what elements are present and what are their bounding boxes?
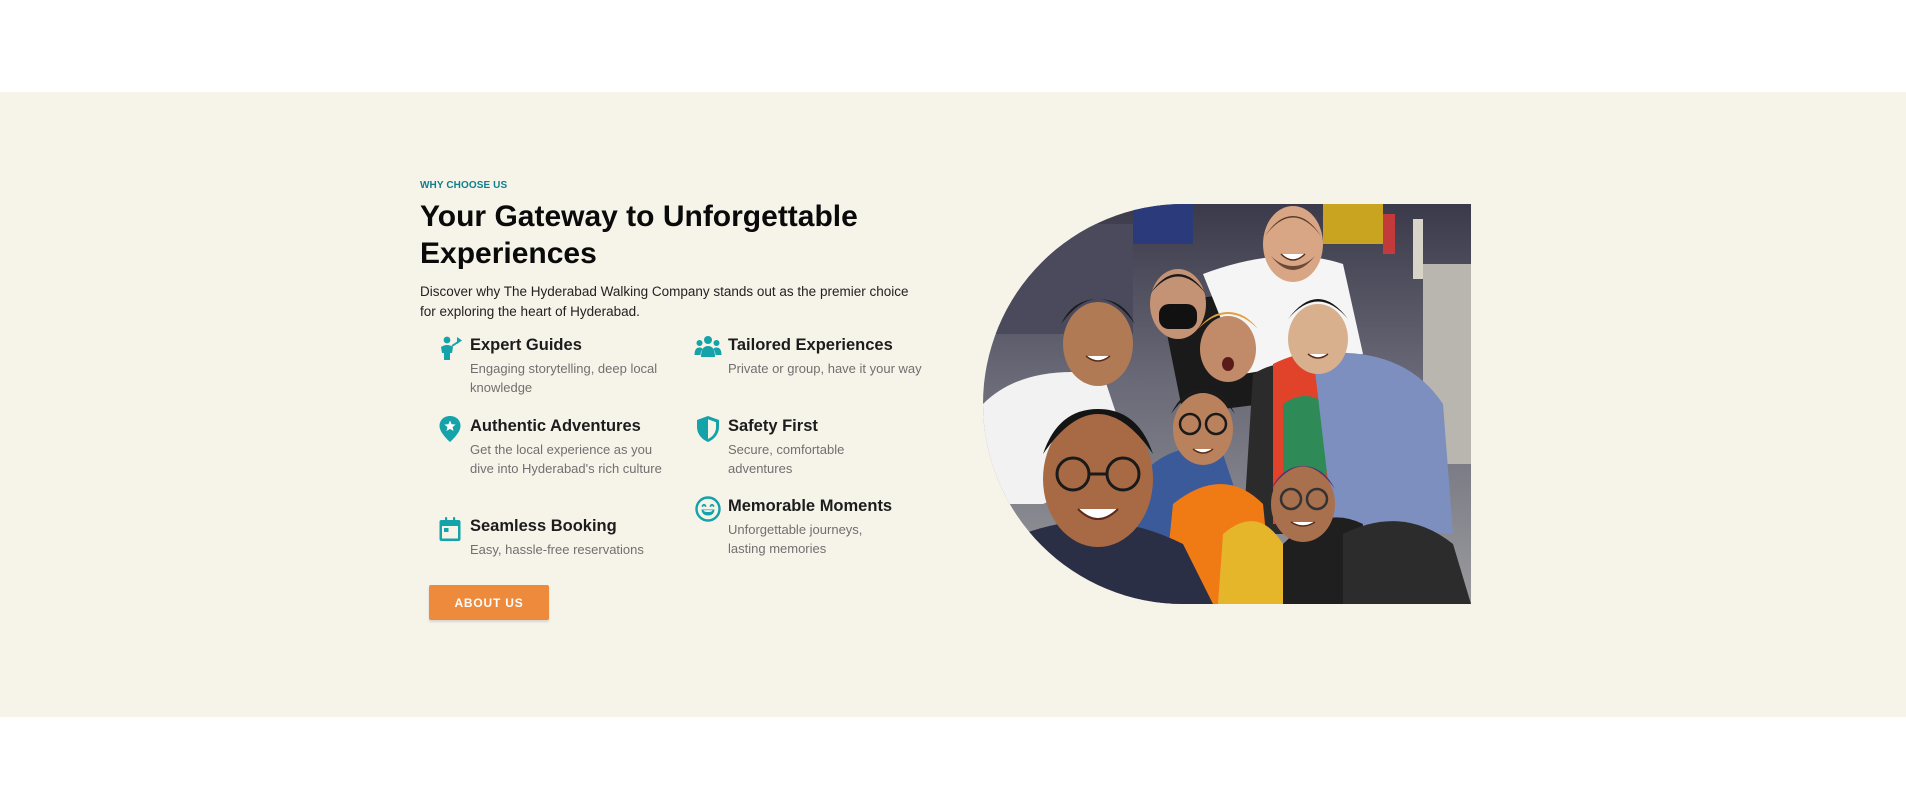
feature-title: Expert Guides (470, 336, 582, 354)
about-us-button[interactable]: ABOUT US (429, 585, 549, 620)
feature-description: Engaging storytelling, deep local knowle… (470, 361, 658, 395)
group-selfie-photo (983, 204, 1471, 604)
feature-title: Memorable Moments (728, 497, 893, 515)
guide-icon (436, 334, 464, 362)
feature-description: Secure, comfortable adventures (728, 442, 845, 476)
page: WHY CHOOSE US Your Gateway to Unforgetta… (0, 0, 1906, 793)
why-choose-us-section (0, 92, 1906, 717)
smile-icon (694, 495, 722, 523)
section-intro: WHY CHOOSE US Your Gateway to Unforgetta… (420, 180, 920, 322)
calendar-icon (436, 515, 464, 543)
feature-title: Seamless Booking (470, 517, 617, 535)
feature-title: Tailored Experiences (728, 336, 893, 354)
feature-description: Easy, hassle-free reservations (470, 542, 644, 557)
feature-description: Private or group, have it your way (728, 361, 922, 376)
section-subtitle: Discover why The Hyderabad Walking Compa… (420, 284, 909, 319)
feature-title: Safety First (728, 417, 818, 435)
shield-icon (694, 415, 722, 443)
group-icon (694, 334, 722, 362)
section-eyebrow: WHY CHOOSE US (420, 180, 508, 191)
location-star-icon (436, 415, 464, 443)
section-title: Your Gateway to Unforgettable Experience… (420, 200, 858, 270)
feature-title: Authentic Adventures (470, 417, 641, 435)
feature-description: Get the local experience as you dive int… (470, 442, 662, 476)
feature-description: Unforgettable journeys, lasting memories (728, 522, 863, 556)
